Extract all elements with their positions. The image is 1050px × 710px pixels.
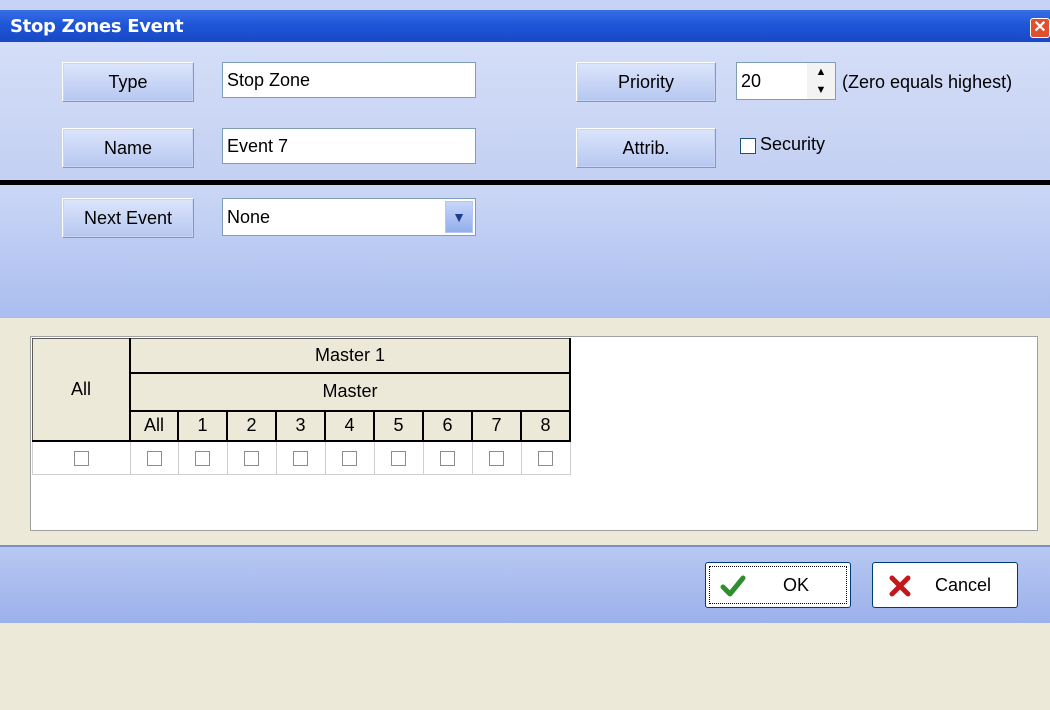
next-event-label: Next Event bbox=[62, 198, 194, 238]
checkbox[interactable] bbox=[73, 450, 89, 466]
x-icon bbox=[889, 575, 911, 597]
grid-col-header: 2 bbox=[226, 410, 277, 442]
type-label: Type bbox=[62, 62, 194, 102]
grid-cell bbox=[520, 440, 571, 475]
priority-note: (Zero equals highest) bbox=[842, 72, 1013, 92]
grid-cell bbox=[422, 440, 473, 475]
priority-stepper[interactable]: 20 ▲ ▼ bbox=[736, 62, 836, 100]
grid-cell bbox=[275, 440, 326, 475]
grid-col-header: 7 bbox=[471, 410, 522, 442]
checkbox[interactable] bbox=[391, 450, 406, 466]
grid-cell bbox=[471, 440, 522, 475]
checkbox[interactable] bbox=[440, 450, 455, 466]
ok-button[interactable]: OK bbox=[705, 562, 851, 608]
checkmark-icon bbox=[720, 575, 746, 597]
name-field[interactable]: Event 7 bbox=[222, 128, 476, 164]
spin-down-icon[interactable]: ▼ bbox=[807, 81, 835, 99]
grid-col-header: 3 bbox=[275, 410, 326, 442]
grid-col-header: 8 bbox=[520, 410, 571, 442]
next-event-value: None bbox=[227, 207, 271, 227]
grid-sub-header: Master bbox=[129, 372, 571, 412]
checkbox[interactable] bbox=[146, 450, 162, 466]
dialog-window: Stop Zones Event ✕ Type Stop Zone Priori… bbox=[0, 0, 1050, 710]
dropdown-arrow-icon[interactable]: ▼ bbox=[445, 201, 473, 233]
type-field[interactable]: Stop Zone bbox=[222, 62, 476, 98]
grid-cell-all bbox=[32, 440, 131, 475]
checkbox[interactable] bbox=[195, 450, 210, 466]
security-checkbox[interactable] bbox=[740, 138, 756, 154]
grid-cell bbox=[373, 440, 424, 475]
checkbox[interactable] bbox=[342, 450, 357, 466]
cancel-button[interactable]: Cancel bbox=[872, 562, 1018, 608]
security-label: Security bbox=[760, 134, 826, 154]
grid-col-header: 6 bbox=[422, 410, 473, 442]
grid-col-header: 5 bbox=[373, 410, 424, 442]
next-event-select[interactable]: None ▼ bbox=[222, 198, 476, 236]
close-icon[interactable]: ✕ bbox=[1030, 18, 1050, 38]
priority-value: 20 bbox=[741, 71, 762, 91]
checkbox[interactable] bbox=[489, 450, 504, 466]
checkbox[interactable] bbox=[293, 450, 308, 466]
grid-cell bbox=[129, 440, 179, 475]
grid-cell bbox=[324, 440, 375, 475]
grid-col-header: All bbox=[129, 410, 179, 442]
grid-col-header: 4 bbox=[324, 410, 375, 442]
grid-all-header: All bbox=[32, 338, 131, 442]
grid-group-header: Master 1 bbox=[129, 338, 571, 374]
grid-cell bbox=[226, 440, 277, 475]
title-bar[interactable]: Stop Zones Event ✕ bbox=[0, 10, 1050, 42]
zone-grid: All Master 1 Master All 1 2 3 4 5 6 7 8 bbox=[32, 338, 571, 475]
checkbox[interactable] bbox=[244, 450, 259, 466]
ok-label: OK bbox=[782, 575, 809, 595]
priority-spin-arrows[interactable]: ▲ ▼ bbox=[807, 63, 835, 99]
name-label: Name bbox=[62, 128, 194, 168]
attrib-label: Attrib. bbox=[576, 128, 716, 168]
window-title: Stop Zones Event bbox=[10, 16, 184, 37]
priority-label: Priority bbox=[576, 62, 716, 102]
cancel-label: Cancel bbox=[934, 575, 992, 595]
spin-up-icon[interactable]: ▲ bbox=[807, 63, 835, 81]
grid-cell bbox=[177, 440, 228, 475]
grid-col-header: 1 bbox=[177, 410, 228, 442]
checkbox[interactable] bbox=[538, 450, 553, 466]
